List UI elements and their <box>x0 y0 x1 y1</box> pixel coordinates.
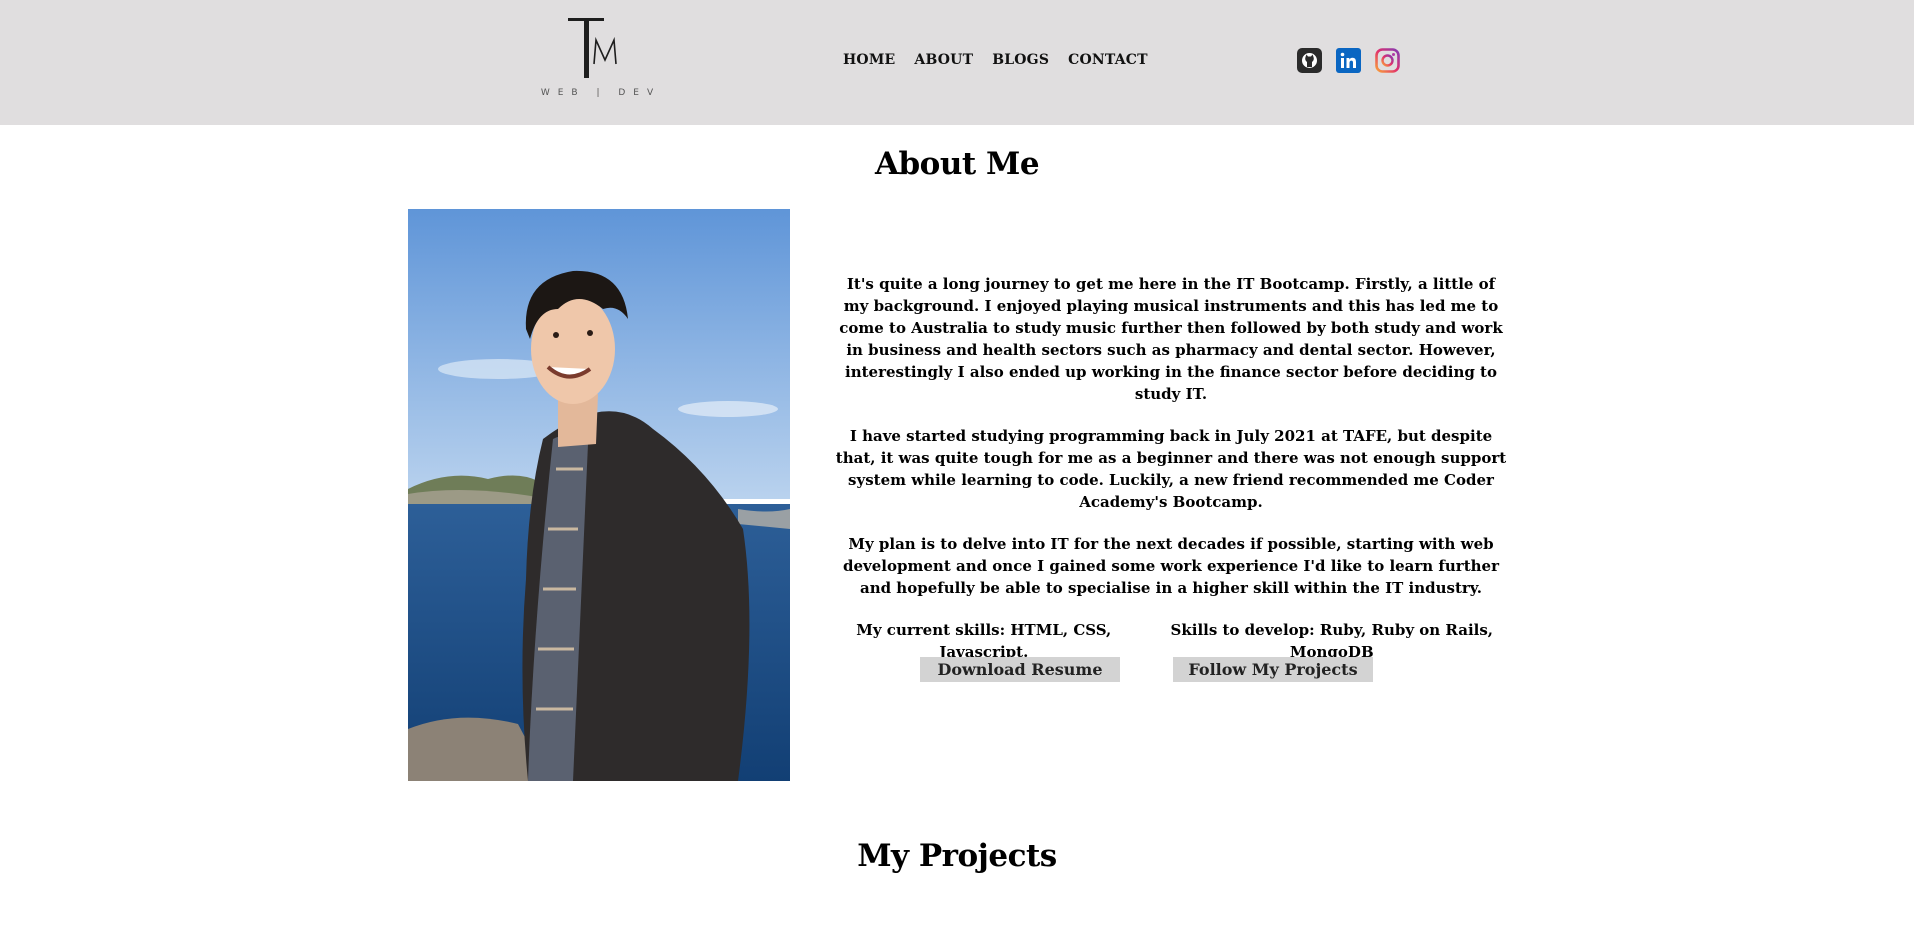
nav-home[interactable]: HOME <box>843 52 895 68</box>
about-paragraph: It's quite a long journey to get me here… <box>839 275 1503 403</box>
about-paragraph: My plan is to delve into IT for the next… <box>843 535 1499 597</box>
instagram-icon[interactable] <box>1375 48 1400 73</box>
site-logo[interactable]: WEB | DEV <box>534 16 668 102</box>
social-links <box>1297 48 1400 73</box>
logo-mark-icon <box>568 18 617 78</box>
logo-subtitle: WEB | DEV <box>540 88 662 98</box>
linkedin-icon[interactable] <box>1336 48 1361 73</box>
about-text: It's quite a long journey to get me here… <box>835 273 1507 663</box>
download-resume-button[interactable]: Download Resume <box>920 657 1120 682</box>
follow-projects-button[interactable]: Follow My Projects <box>1173 657 1373 682</box>
main-nav: HOME ABOUT BLOGS CONTACT <box>843 52 1148 68</box>
nav-blogs[interactable]: BLOGS <box>992 52 1049 68</box>
about-buttons: Download Resume Follow My Projects <box>920 657 1373 682</box>
about-title: About Me <box>874 146 1040 182</box>
nav-about[interactable]: ABOUT <box>914 52 973 68</box>
profile-photo-image <box>408 209 790 781</box>
projects-title: My Projects <box>857 838 1057 874</box>
github-icon[interactable] <box>1297 48 1322 73</box>
nav-contact[interactable]: CONTACT <box>1068 52 1148 68</box>
profile-photo <box>408 209 790 781</box>
about-paragraph: I have started studying programming back… <box>835 427 1507 511</box>
site-header: WEB | DEV HOME ABOUT BLOGS CONTACT <box>0 0 1914 125</box>
